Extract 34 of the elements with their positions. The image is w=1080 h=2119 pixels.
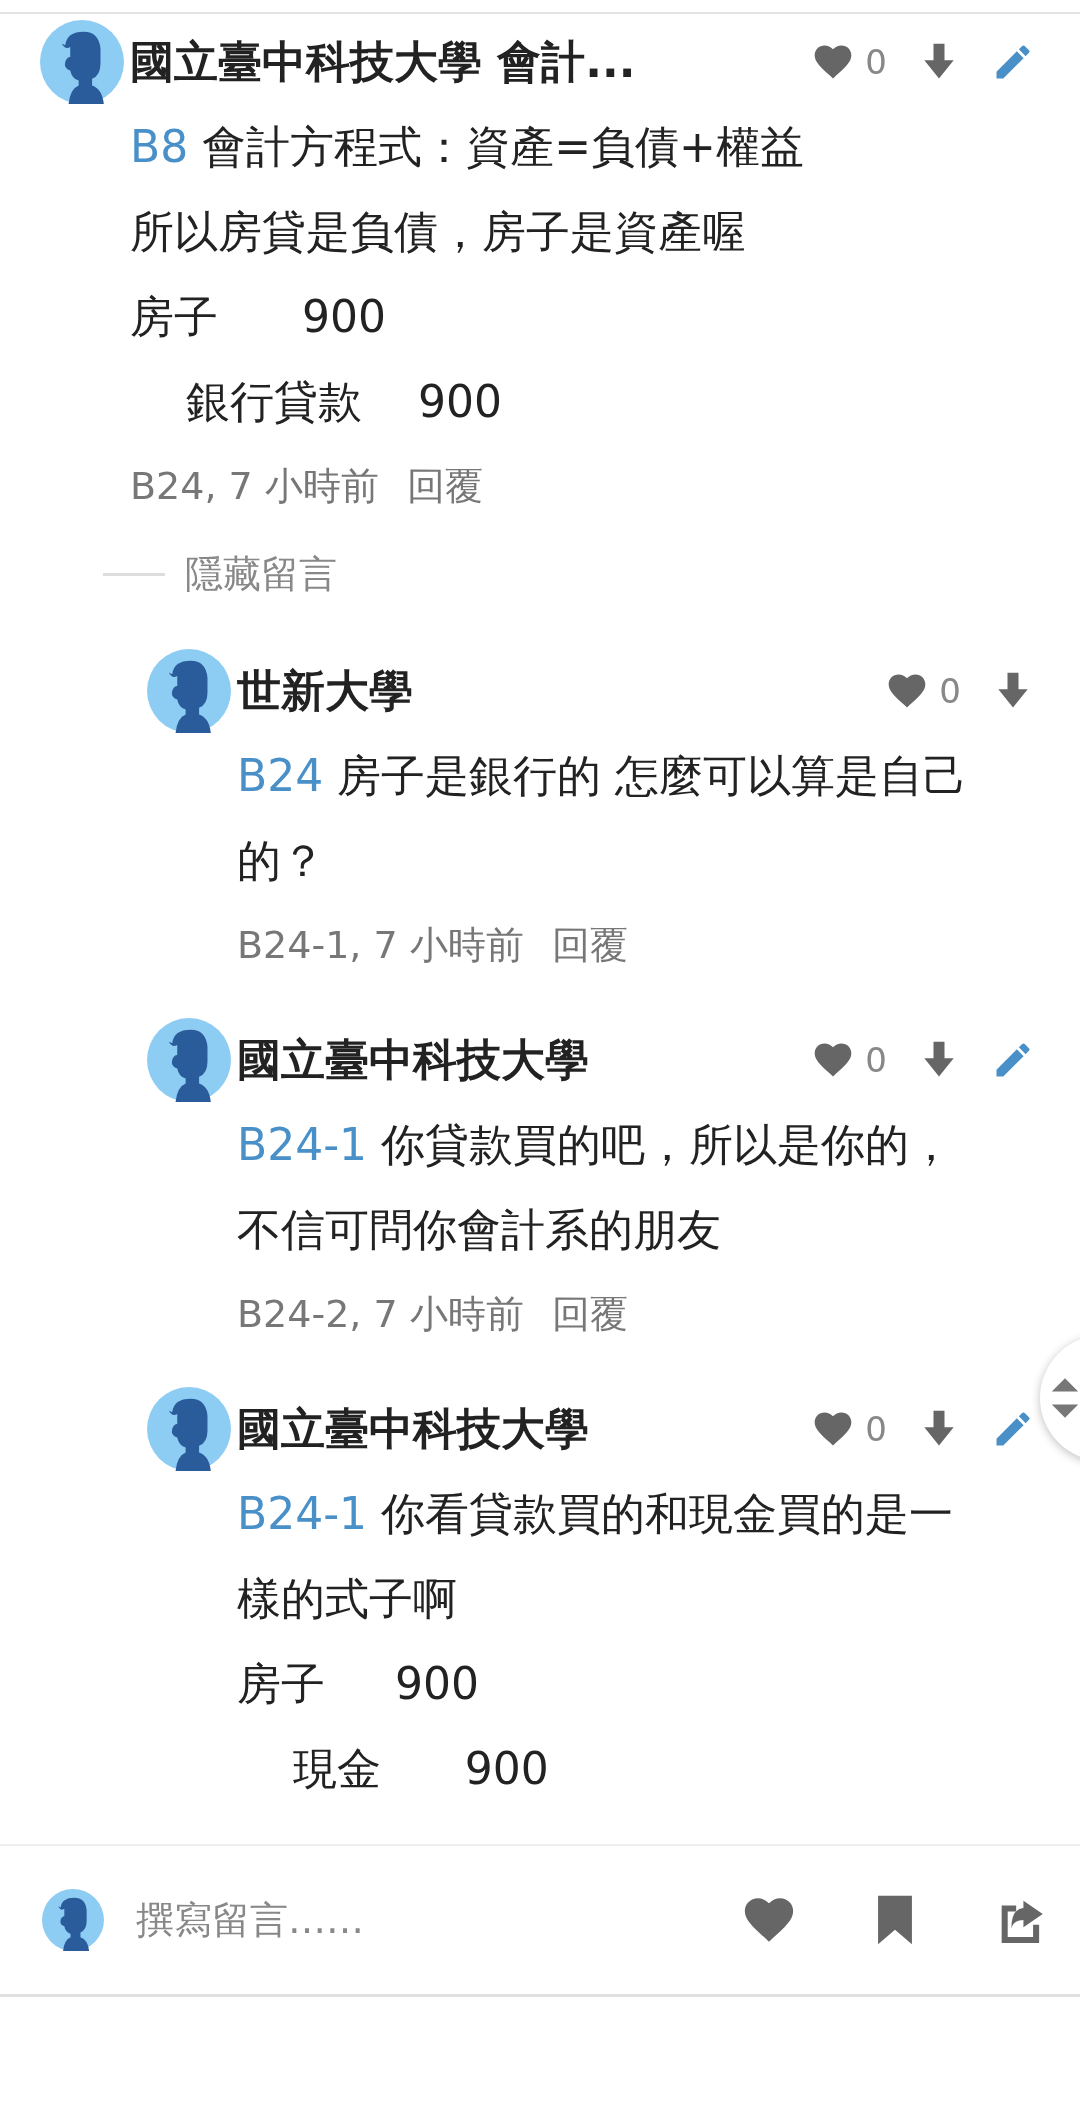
reply-link[interactable]: 回覆 [551,903,628,988]
comment-input[interactable]: 撰寫留言…… [134,1897,672,1943]
avatar-icon [147,649,231,733]
author-name: 國立臺中科技大學 [237,1401,590,1456]
avatar-icon [147,1018,231,1102]
comment-text: 現金 900 [291,1742,550,1796]
floor-link[interactable]: B8 [130,121,189,172]
like-count: 0 [865,1409,887,1449]
avatar-icon [42,1889,104,1951]
comment-text: B24-1 你看貸款買的和現金買的是一樣的式子啊 [237,1487,955,1626]
comment-text: 房子 900 [130,290,387,344]
comment-meta: B24-2, 7 小時前 [237,1291,524,1338]
avatar-icon [147,1387,231,1471]
author-name: 國立臺中科技大學 [237,1032,590,1087]
reply-link[interactable]: 回覆 [551,1272,628,1357]
comment-text: 銀行貸款 900 [184,375,503,429]
comment-text: B24 房子是銀行的 怎麼可以算是自己的？ [237,749,969,888]
like-count: 0 [939,671,961,711]
floor-link[interactable]: B24 [237,750,324,801]
comment-text: B24-1 你貸款買的吧，所以是你的，不信可問你會計系的朋友 [237,1118,955,1257]
floor-link[interactable]: B24-1 [237,1119,368,1170]
hide-comments-link[interactable]: 隱藏留言 [185,548,337,600]
reply-link[interactable]: 回覆 [406,444,483,529]
comment-text: B8 會計方程式：資產=負債+權益 [130,120,805,174]
avatar-icon [40,20,124,104]
comment-text: 所以房貸是負債，房子是資產喔 [130,205,747,259]
comment-meta: B24, 7 小時前 [130,463,379,510]
comment-text: 房子 900 [237,1657,480,1711]
floor-link[interactable]: B24-1 [237,1488,368,1539]
author-name: 國立臺中科技大學 會計... [130,34,637,89]
author-name: 世新大學 [237,663,414,718]
like-count: 0 [865,42,887,82]
like-count: 0 [865,1040,887,1080]
comment-meta: B24-1, 7 小時前 [237,922,524,969]
